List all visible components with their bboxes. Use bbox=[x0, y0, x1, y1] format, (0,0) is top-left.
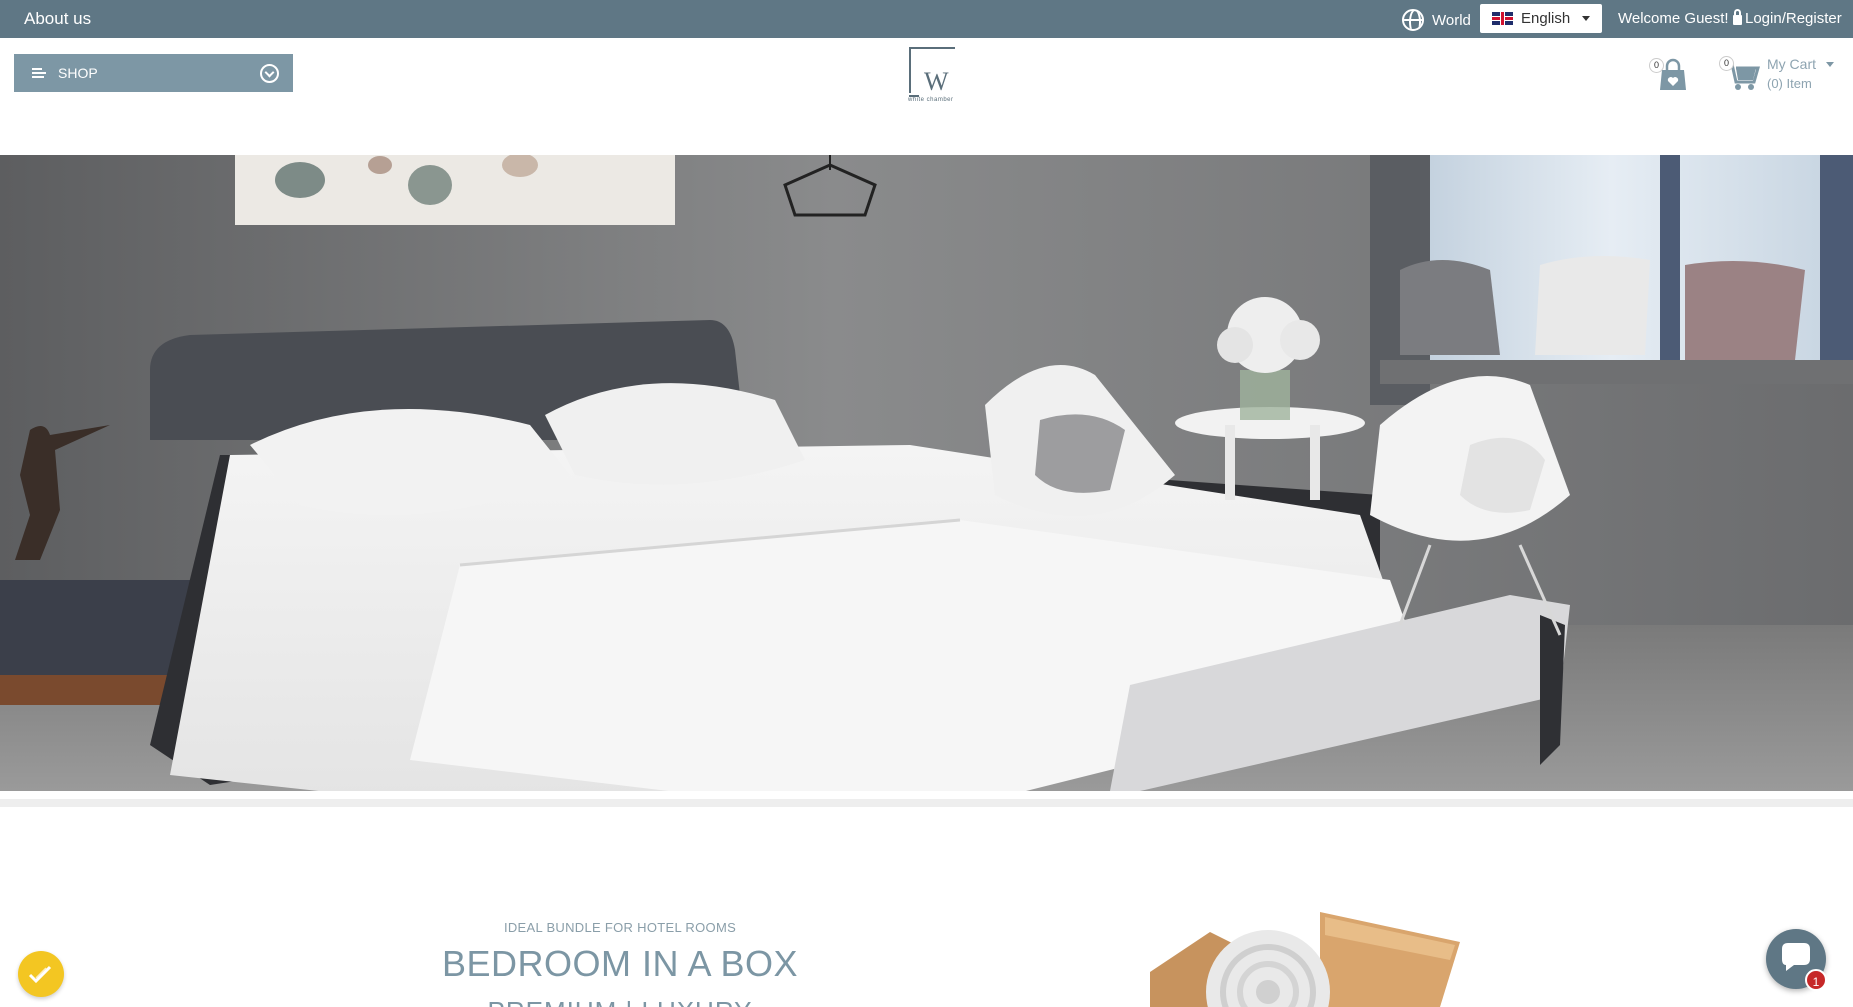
checkmark-icon bbox=[28, 965, 52, 984]
my-cart-label[interactable]: My Cart bbox=[1767, 56, 1816, 72]
lock-icon bbox=[1733, 9, 1742, 25]
language-dropdown[interactable]: English bbox=[1480, 4, 1602, 33]
welcome-text: Welcome Guest! bbox=[1618, 10, 1729, 27]
caret-down-icon bbox=[1582, 16, 1591, 21]
wishlist-count-badge: 0 bbox=[1649, 58, 1664, 73]
cart-count-badge: 0 bbox=[1719, 56, 1734, 71]
brand-logo[interactable]: W white chamber bbox=[906, 45, 966, 105]
region-label: World bbox=[1432, 11, 1471, 29]
hero-banner[interactable] bbox=[0, 155, 1853, 791]
shop-menu-button[interactable]: SHOP bbox=[14, 54, 293, 92]
cart-caret-down-icon[interactable] bbox=[1826, 62, 1834, 67]
shop-label: SHOP bbox=[58, 65, 98, 81]
promo-tagline: PREMIUM | LUXURY bbox=[420, 996, 820, 1007]
section-divider bbox=[0, 799, 1853, 807]
globe-icon bbox=[1402, 9, 1424, 31]
cart-button[interactable]: 0 bbox=[1719, 56, 1762, 92]
top-bar: About us World English Welcome Guest! Lo… bbox=[0, 0, 1853, 38]
cookie-accept-button[interactable] bbox=[18, 951, 64, 997]
language-label: English bbox=[1521, 10, 1571, 27]
chat-notification-badge: 1 bbox=[1805, 969, 1827, 991]
bedroom-box-product-image[interactable] bbox=[1150, 912, 1470, 1007]
cart-items-count: (0) Item bbox=[1767, 76, 1812, 91]
region-selector[interactable]: World bbox=[1402, 9, 1471, 31]
logo-subtext: white chamber bbox=[908, 97, 954, 103]
hero-bedroom-image bbox=[0, 155, 1853, 791]
about-us-link[interactable]: About us bbox=[24, 9, 91, 29]
wishlist-button[interactable]: 0 bbox=[1649, 56, 1692, 92]
logo-letter: W bbox=[924, 67, 949, 96]
promo-subtitle: IDEAL BUNDLE FOR HOTEL ROOMS bbox=[503, 920, 737, 935]
promo-title: BEDROOM IN A BOX bbox=[441, 943, 799, 984]
login-register-link[interactable]: Login/Register bbox=[1733, 9, 1842, 27]
chevron-down-icon bbox=[260, 64, 279, 83]
login-label: Login/Register bbox=[1745, 10, 1842, 27]
uk-flag-icon bbox=[1492, 12, 1513, 25]
menu-icon bbox=[32, 67, 46, 79]
